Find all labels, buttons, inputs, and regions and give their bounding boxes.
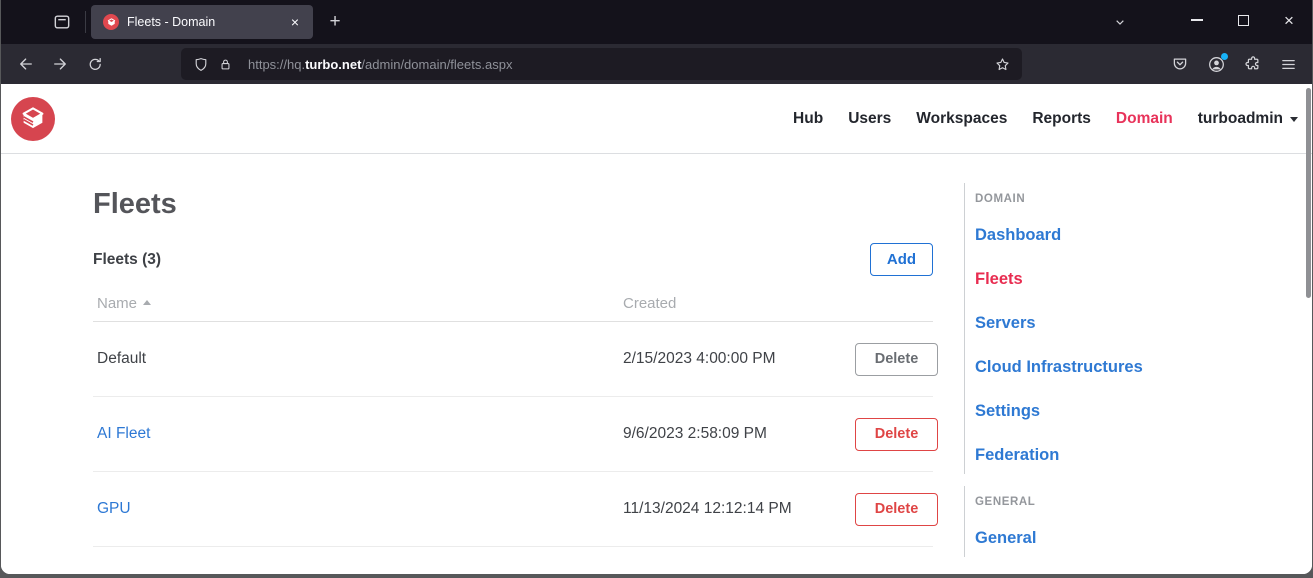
forward-button[interactable]: [43, 48, 77, 80]
turbo-logo-icon[interactable]: [11, 97, 55, 141]
fleet-name[interactable]: Default: [93, 350, 623, 368]
table-row: AI Fleet 9/6/2023 2:58:09 PM Delete: [93, 397, 933, 472]
sidebar-item-settings[interactable]: Settings: [975, 402, 1264, 420]
add-button[interactable]: Add: [870, 243, 933, 276]
delete-button[interactable]: Delete: [855, 343, 938, 376]
browser-toolbar: https://hq.turbo.net/admin/domain/fleets…: [1, 44, 1312, 84]
new-tab-button[interactable]: +: [319, 6, 351, 38]
lock-icon[interactable]: [218, 56, 233, 73]
nav-users[interactable]: Users: [848, 110, 891, 128]
main-column: Fleets Fleets (3) Add Name Created Defau…: [93, 154, 933, 574]
fleet-created: 2/15/2023 4:00:00 PM: [623, 350, 855, 368]
hamburger-icon: [1280, 56, 1297, 73]
page-viewport: Hub Users Workspaces Reports Domain turb…: [1, 84, 1312, 574]
sort-asc-icon: [143, 300, 151, 305]
back-button[interactable]: [9, 48, 43, 80]
page-content: Fleets Fleets (3) Add Name Created Defau…: [1, 154, 1312, 574]
sidebar-section-title: GENERAL: [975, 496, 1264, 508]
sidebar-section-domain: DOMAIN Dashboard Fleets Servers Cloud In…: [964, 183, 1264, 474]
minimize-icon: [1191, 19, 1203, 20]
fleet-created: 11/13/2024 12:12:14 PM: [623, 500, 855, 518]
fleet-created: 9/6/2023 2:58:09 PM: [623, 425, 855, 443]
reload-icon: [86, 56, 103, 73]
nav-hub[interactable]: Hub: [793, 110, 823, 128]
fleet-name-link[interactable]: GPU: [97, 500, 131, 517]
tab-close-icon[interactable]: ×: [285, 12, 305, 32]
list-title: Fleets (3): [93, 251, 161, 269]
puzzle-piece-icon: [1243, 55, 1261, 73]
tab-title: Fleets - Domain: [127, 15, 285, 29]
close-icon: ×: [1284, 12, 1294, 29]
caret-down-icon: [1290, 117, 1298, 122]
page-title: Fleets: [93, 188, 933, 221]
list-header: Fleets (3) Add: [93, 243, 933, 276]
list-all-tabs-button[interactable]: [1102, 7, 1138, 37]
user-menu-label: turboadmin: [1198, 110, 1283, 128]
url-text: https://hq.turbo.net/admin/domain/fleets…: [248, 57, 512, 72]
maximize-button[interactable]: [1220, 0, 1266, 40]
star-icon: [994, 56, 1011, 73]
sidebar-item-servers[interactable]: Servers: [975, 314, 1264, 332]
primary-nav: Hub Users Workspaces Reports Domain turb…: [793, 110, 1298, 128]
back-icon: [17, 55, 35, 73]
delete-button[interactable]: Delete: [855, 493, 938, 526]
nav-reports[interactable]: Reports: [1032, 110, 1091, 128]
browser-titlebar: Fleets - Domain × + ×: [1, 0, 1312, 44]
browser-tab-fleets[interactable]: Fleets - Domain ×: [91, 5, 313, 39]
sidebar: DOMAIN Dashboard Fleets Servers Cloud In…: [964, 154, 1264, 574]
menu-button[interactable]: [1270, 48, 1306, 80]
fleet-name-link[interactable]: AI Fleet: [97, 425, 150, 442]
window-controls: ×: [1174, 0, 1312, 40]
extensions-button[interactable]: [1234, 48, 1270, 80]
firefox-view-button[interactable]: [44, 6, 80, 38]
nav-workspaces[interactable]: Workspaces: [916, 110, 1007, 128]
delete-button[interactable]: Delete: [855, 418, 938, 451]
tracking-protection-shield-icon[interactable]: [193, 56, 209, 73]
toolbar-right-icons: [1162, 48, 1306, 80]
sidebar-item-federation[interactable]: Federation: [975, 446, 1264, 464]
sidebar-item-general[interactable]: General: [975, 529, 1264, 547]
url-bar[interactable]: https://hq.turbo.net/admin/domain/fleets…: [181, 48, 1022, 80]
table-header-row: Name Created: [93, 295, 933, 322]
account-button[interactable]: [1198, 48, 1234, 80]
firefox-view-icon: [52, 12, 72, 32]
turbo-favicon-icon: [103, 14, 119, 30]
column-header-name[interactable]: Name: [93, 295, 623, 312]
nav-domain[interactable]: Domain: [1116, 110, 1173, 128]
sidebar-item-fleets[interactable]: Fleets: [975, 270, 1264, 288]
chevron-down-icon: [1112, 14, 1128, 30]
column-header-created[interactable]: Created: [623, 295, 855, 312]
table-row: GPU 11/13/2024 12:12:14 PM Delete: [93, 472, 933, 547]
forward-icon: [51, 55, 69, 73]
reload-button[interactable]: [77, 48, 111, 80]
account-notification-badge: [1221, 53, 1228, 60]
user-menu[interactable]: turboadmin: [1198, 110, 1298, 128]
table-row: Default 2/15/2023 4:00:00 PM Delete: [93, 322, 933, 397]
sidebar-section-title: DOMAIN: [975, 193, 1264, 205]
maximize-icon: [1238, 15, 1249, 26]
pocket-button[interactable]: [1162, 48, 1198, 80]
minimize-button[interactable]: [1174, 0, 1220, 40]
titlebar-separator: [85, 11, 86, 33]
pocket-icon: [1171, 55, 1189, 73]
sidebar-item-cloud-infrastructures[interactable]: Cloud Infrastructures: [975, 358, 1264, 376]
site-header: Hub Users Workspaces Reports Domain turb…: [1, 84, 1312, 154]
sidebar-section-general: GENERAL General: [964, 486, 1264, 557]
close-button[interactable]: ×: [1266, 0, 1312, 40]
sidebar-item-dashboard[interactable]: Dashboard: [975, 226, 1264, 244]
browser-window: Fleets - Domain × + ×: [1, 0, 1312, 574]
page-scrollbar-thumb[interactable]: [1306, 88, 1311, 298]
bookmark-star-button[interactable]: [988, 51, 1016, 77]
